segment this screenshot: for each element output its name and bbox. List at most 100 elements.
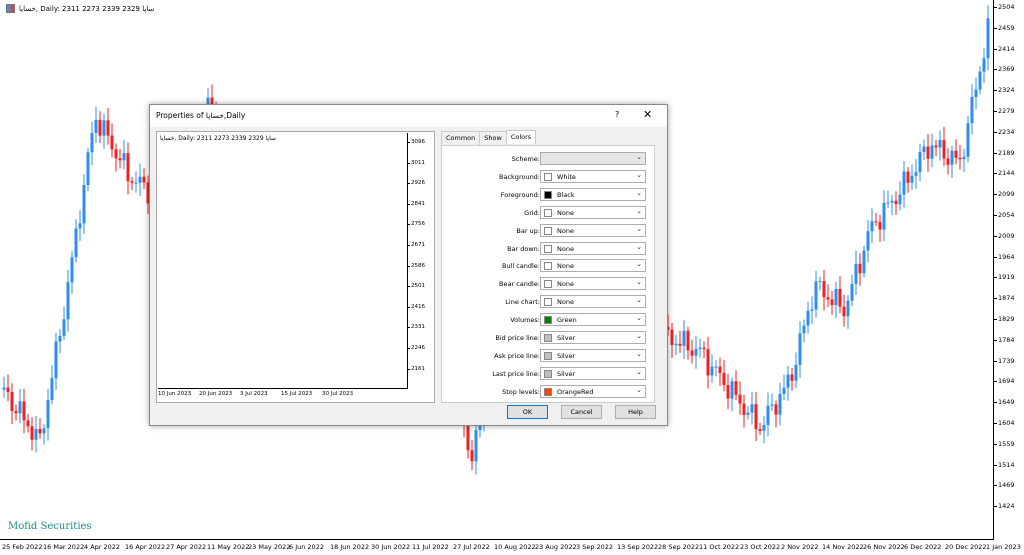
price-tick-label: 1514 bbox=[994, 460, 1015, 469]
color-row-label: Bar up: bbox=[516, 226, 540, 235]
candle-body bbox=[470, 450, 474, 462]
close-icon[interactable]: ✕ bbox=[643, 108, 652, 121]
time-tick-label: 3 Sep 2022 bbox=[576, 543, 614, 551]
preview-time-label: 3 Jul 2023 bbox=[240, 391, 268, 397]
dialog-title-bar[interactable]: Properties of خساپا,Daily ? ✕ bbox=[150, 105, 667, 127]
price-tick-label: 2459 bbox=[994, 23, 1015, 32]
preview-price-label: 2246 bbox=[408, 345, 425, 351]
candle-body bbox=[130, 181, 134, 183]
candle-body bbox=[870, 221, 874, 232]
cancel-button[interactable]: Cancel bbox=[561, 405, 602, 419]
chevron-down-icon: ⌄ bbox=[636, 367, 642, 376]
color-select[interactable]: None ⌄ bbox=[540, 277, 646, 291]
color-select[interactable]: Black ⌄ bbox=[540, 187, 646, 201]
color-value: OrangeRed bbox=[557, 387, 594, 396]
candle-body bbox=[38, 428, 42, 434]
candle-body bbox=[878, 221, 882, 230]
chevron-down-icon: ⌄ bbox=[636, 188, 642, 197]
color-row: Background: White ⌄ bbox=[442, 169, 656, 184]
tab-colors[interactable]: Colors bbox=[505, 130, 537, 144]
candle-body bbox=[838, 288, 842, 307]
candle-body bbox=[798, 333, 802, 365]
color-value: None bbox=[557, 226, 574, 235]
time-tick-label: 11 Oct 2022 bbox=[699, 543, 740, 551]
color-select[interactable]: Silver ⌄ bbox=[540, 348, 646, 362]
price-tick-label: 1694 bbox=[994, 377, 1015, 386]
candle-body bbox=[102, 120, 106, 136]
price-tick-label: 2414 bbox=[994, 44, 1015, 53]
candle-body bbox=[822, 281, 826, 298]
time-tick-label: 30 Jun 2022 bbox=[371, 543, 411, 551]
chevron-down-icon: ⌄ bbox=[636, 153, 642, 161]
candle-body bbox=[110, 135, 114, 150]
color-select[interactable]: ⌄ bbox=[540, 152, 646, 165]
time-tick-label: 1 Jan 2023 bbox=[986, 543, 1021, 551]
candle-body bbox=[682, 330, 686, 346]
color-select[interactable]: White ⌄ bbox=[540, 169, 646, 183]
candle-body bbox=[814, 281, 818, 310]
color-swatch bbox=[544, 369, 552, 378]
chart-symbol-icon bbox=[6, 4, 15, 13]
preview-caption: خساپا, Daily: 2311 2273 2339 2329 ساپا bbox=[160, 135, 276, 142]
time-scale[interactable]: 25 Feb 2022 16 Mar 2022 4 Apr 2022 16 Apr 2… bbox=[0, 540, 1024, 555]
price-tick-label: 1739 bbox=[994, 356, 1015, 365]
tab-common[interactable]: Common bbox=[441, 131, 481, 145]
price-tick-label: 1919 bbox=[994, 273, 1015, 282]
ok-button[interactable]: OK bbox=[507, 405, 548, 419]
color-swatch bbox=[544, 208, 552, 217]
candle-body bbox=[34, 428, 38, 440]
candle-body bbox=[94, 119, 98, 134]
color-value: None bbox=[557, 280, 574, 289]
candle-body bbox=[842, 306, 846, 317]
preview-price-label: 2586 bbox=[408, 262, 425, 269]
candle-body bbox=[982, 58, 986, 72]
color-row-label: Bear candle: bbox=[499, 280, 540, 289]
candle-body bbox=[66, 282, 70, 320]
candle-body bbox=[850, 283, 854, 301]
color-select[interactable]: None ⌄ bbox=[540, 241, 646, 255]
candle-body bbox=[926, 146, 930, 159]
candle-body bbox=[882, 202, 886, 230]
candle-body bbox=[30, 426, 34, 440]
color-select[interactable]: None ⌄ bbox=[540, 259, 646, 273]
color-select[interactable]: OrangeRed ⌄ bbox=[540, 384, 646, 398]
color-value: Green bbox=[557, 316, 577, 325]
candle-body bbox=[74, 228, 78, 258]
price-tick-label: 1559 bbox=[994, 439, 1015, 448]
color-swatch bbox=[544, 190, 552, 199]
broker-watermark: Mofid Securities bbox=[8, 521, 92, 532]
price-scale[interactable]: 2504 2459 2414 2369 2324 2279 2234 2189 2144 2099… bbox=[994, 0, 1024, 540]
color-row: Bear candle: None ⌄ bbox=[442, 277, 656, 291]
color-select[interactable]: Silver ⌄ bbox=[540, 331, 646, 344]
color-row-label: Grid: bbox=[524, 208, 540, 217]
color-select[interactable]: None ⌄ bbox=[540, 223, 646, 237]
color-row-label: Scheme: bbox=[511, 155, 540, 163]
price-tick-label: 1829 bbox=[994, 315, 1015, 323]
color-select[interactable]: Silver ⌄ bbox=[540, 366, 646, 380]
color-select[interactable]: None ⌄ bbox=[540, 295, 646, 309]
candle-body bbox=[906, 171, 910, 183]
candle-body bbox=[966, 123, 970, 157]
time-tick-label: 16 Apr 2022 bbox=[125, 543, 166, 551]
chevron-down-icon: ⌄ bbox=[636, 206, 642, 215]
color-row: Bar down: None ⌄ bbox=[442, 241, 656, 256]
price-tick-label: 1874 bbox=[994, 294, 1015, 303]
help-icon[interactable]: ? bbox=[615, 110, 619, 119]
help-button[interactable]: Help bbox=[615, 405, 656, 419]
color-row: Volumes: Green ⌄ bbox=[442, 313, 656, 327]
candle-body bbox=[674, 343, 678, 346]
candle-body bbox=[134, 182, 138, 184]
candle-body bbox=[794, 364, 798, 381]
color-select[interactable]: Green ⌄ bbox=[540, 313, 646, 327]
price-tick-label: 1784 bbox=[994, 335, 1015, 344]
preview-price-label: 2671 bbox=[408, 242, 425, 248]
candle-body bbox=[10, 392, 14, 411]
candle-body bbox=[718, 366, 722, 374]
color-value: Black bbox=[557, 190, 575, 199]
color-select[interactable]: None ⌄ bbox=[540, 205, 646, 219]
color-row-label: Last price line: bbox=[492, 369, 540, 378]
chevron-down-icon: ⌄ bbox=[636, 170, 642, 179]
color-row: Last price line: Silver ⌄ bbox=[442, 366, 656, 381]
tab-show[interactable]: Show bbox=[479, 131, 507, 145]
chevron-down-icon: ⌄ bbox=[636, 296, 642, 305]
